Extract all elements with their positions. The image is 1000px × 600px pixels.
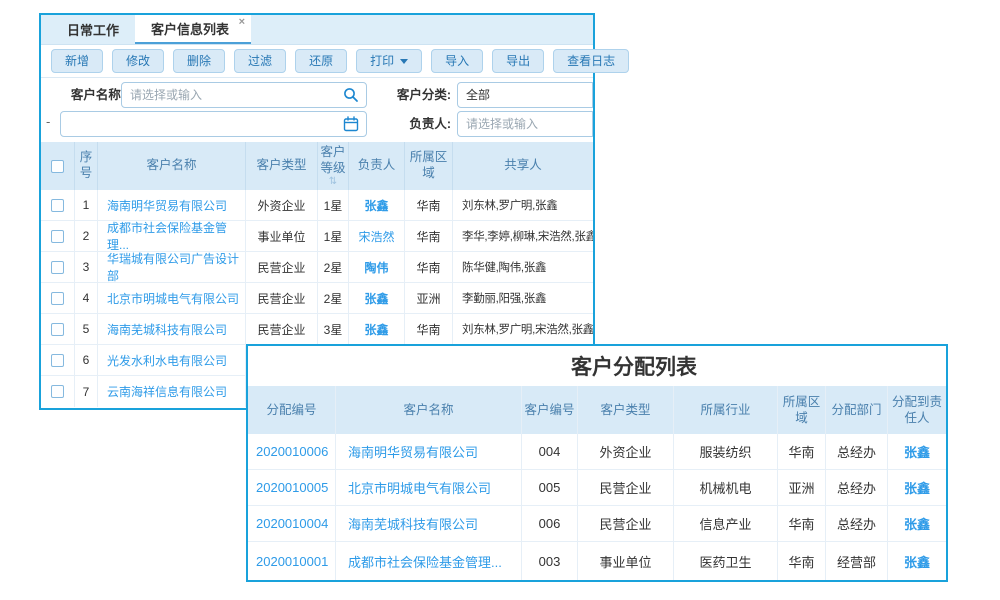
alloc-no-link[interactable]: 2020010006 <box>248 434 336 469</box>
assignee-link[interactable]: 张鑫 <box>888 506 946 541</box>
alloc-no-header: 分配编号 <box>266 402 316 418</box>
search-icon[interactable] <box>343 87 359 103</box>
name-header: 客户名称 <box>146 158 196 174</box>
owner-link[interactable]: 张鑫 <box>349 283 405 313</box>
filter-button[interactable]: 过滤 <box>234 49 286 73</box>
table-row: 5 海南芜城科技有限公司 民营企业 3星 张鑫 华南 刘东林,罗广明,宋浩然,张… <box>41 314 593 345</box>
row-seq: 6 <box>75 345 98 375</box>
customer-name-link[interactable]: 海南明华贸易有限公司 <box>98 190 246 220</box>
date-input[interactable] <box>60 111 367 137</box>
export-button[interactable]: 导出 <box>492 49 544 73</box>
customer-name-link[interactable]: 海南芜城科技有限公司 <box>336 506 522 541</box>
select-all-checkbox[interactable] <box>51 160 64 173</box>
type-header: 客户类型 <box>600 402 650 418</box>
owner-link[interactable]: 张鑫 <box>349 190 405 220</box>
close-icon[interactable]: × <box>239 17 245 28</box>
customer-name-link[interactable]: 北京市明城电气有限公司 <box>336 470 522 505</box>
row-checkbox[interactable] <box>51 385 64 398</box>
import-button[interactable]: 导入 <box>431 49 483 73</box>
customer-name-link[interactable]: 光发水利水电有限公司 <box>98 345 246 375</box>
table-row: 2 成都市社会保险基金管理... 事业单位 1星 宋浩然 华南 李华,李婷,柳琳… <box>41 221 593 252</box>
row-seq: 2 <box>75 221 98 251</box>
row-seq: 3 <box>75 252 98 282</box>
table-row: 3 华瑞城有限公司广告设计部 民营企业 2星 陶伟 华南 陈华健,陶伟,张鑫 <box>41 252 593 283</box>
name-header: 客户名称 <box>403 402 453 418</box>
owner-input[interactable] <box>457 111 593 137</box>
row-checkbox[interactable] <box>51 230 64 243</box>
restore-button[interactable]: 还原 <box>295 49 347 73</box>
dropdown-caret-icon <box>400 59 408 64</box>
filter-area: 客户名称: 客户分类: 全部 - 负责人: <box>41 78 593 142</box>
row-checkbox[interactable] <box>51 261 64 274</box>
level-header[interactable]: 客户等级 ⇅ <box>318 145 348 186</box>
edit-button[interactable]: 修改 <box>112 49 164 73</box>
customer-category-select[interactable]: 全部 <box>457 82 593 108</box>
table-row: 4 北京市明城电气有限公司 民营企业 2星 张鑫 亚洲 李勤丽,阳强,张鑫 <box>41 283 593 314</box>
allocation-row: 2020010001 成都市社会保险基金管理... 003 事业单位 医药卫生 … <box>248 542 946 580</box>
customer-name-link[interactable]: 北京市明城电气有限公司 <box>98 283 246 313</box>
tab-daily-work[interactable]: 日常工作 <box>51 15 135 44</box>
customer-name-input[interactable] <box>121 82 367 108</box>
allocation-header-row: 分配编号 客户名称 客户编号 客户类型 所属行业 所属区域 分配部门 分配到责任… <box>248 386 946 434</box>
row-seq: 1 <box>75 190 98 220</box>
owner-label: 负责人: <box>391 110 451 138</box>
owner-link[interactable]: 宋浩然 <box>349 221 405 251</box>
customer-category-label: 客户分类: <box>391 81 451 109</box>
type-header: 客户类型 <box>256 158 306 174</box>
row-checkbox[interactable] <box>51 323 64 336</box>
industry-header: 所属行业 <box>700 402 750 418</box>
row-checkbox[interactable] <box>51 199 64 212</box>
assignee-header: 分配到责任人 <box>888 394 946 427</box>
customer-name-link[interactable]: 海南芜城科技有限公司 <box>98 314 246 344</box>
row-seq: 7 <box>75 376 98 407</box>
alloc-no-link[interactable]: 2020010004 <box>248 506 336 541</box>
cust-no-header: 客户编号 <box>524 402 574 418</box>
shared-header: 共享人 <box>504 158 542 174</box>
alloc-no-link[interactable]: 2020010001 <box>248 542 336 580</box>
allocation-row: 2020010006 海南明华贸易有限公司 004 外资企业 服装纺织 华南 总… <box>248 434 946 470</box>
tab-bar: 日常工作 客户信息列表 × <box>41 15 593 45</box>
customer-allocation-panel: 客户分配列表 分配编号 客户名称 客户编号 客户类型 所属行业 所属区域 分配部… <box>246 344 948 582</box>
delete-button[interactable]: 删除 <box>173 49 225 73</box>
customer-name-link[interactable]: 海南明华贸易有限公司 <box>336 434 522 469</box>
allocation-title-bar: 客户分配列表 <box>248 346 946 386</box>
region-header: 所属区域 <box>778 394 825 427</box>
row-checkbox[interactable] <box>51 354 64 367</box>
owner-link[interactable]: 张鑫 <box>349 314 405 344</box>
row-checkbox[interactable] <box>51 292 64 305</box>
assignee-link[interactable]: 张鑫 <box>888 434 946 469</box>
owner-header: 负责人 <box>358 158 396 174</box>
tab-label: 日常工作 <box>67 20 119 39</box>
customer-name-link[interactable]: 云南海祥信息有限公司 <box>98 376 246 407</box>
print-button[interactable]: 打印 <box>356 49 422 73</box>
allocation-row: 2020010004 海南芜城科技有限公司 006 民营企业 信息产业 华南 总… <box>248 506 946 542</box>
customer-name-link[interactable]: 成都市社会保险基金管理... <box>336 542 522 580</box>
seq-header: 序号 <box>75 150 97 181</box>
view-log-button[interactable]: 查看日志 <box>553 49 629 73</box>
sort-icon[interactable]: ⇅ <box>318 177 348 187</box>
customer-name-link[interactable]: 华瑞城有限公司广告设计部 <box>98 252 246 282</box>
add-button[interactable]: 新增 <box>51 49 103 73</box>
customer-name-link[interactable]: 成都市社会保险基金管理... <box>98 221 246 251</box>
table-header-row: 序号 客户名称 客户类型 客户等级 ⇅ 负责人 所属区域 共享人 <box>41 142 593 190</box>
alloc-no-link[interactable]: 2020010005 <box>248 470 336 505</box>
assignee-link[interactable]: 张鑫 <box>888 542 946 580</box>
row-seq: 4 <box>75 283 98 313</box>
row-seq: 5 <box>75 314 98 344</box>
date-range-separator: - <box>46 114 50 129</box>
tab-label: 客户信息列表 <box>151 19 229 38</box>
calendar-icon[interactable] <box>343 116 359 132</box>
allocation-row: 2020010005 北京市明城电气有限公司 005 民营企业 机械机电 亚洲 … <box>248 470 946 506</box>
panel2-title: 客户分配列表 <box>571 351 697 381</box>
toolbar: 新增 修改 删除 过滤 还原 打印 导入 导出 查看日志 <box>41 45 593 78</box>
tab-customer-info-list[interactable]: 客户信息列表 × <box>135 15 251 44</box>
dept-header: 分配部门 <box>831 402 881 418</box>
customer-name-label: 客户名称: <box>59 81 125 109</box>
table-row: 1 海南明华贸易有限公司 外资企业 1星 张鑫 华南 刘东林,罗广明,张鑫 <box>41 190 593 221</box>
owner-link[interactable]: 陶伟 <box>349 252 405 282</box>
region-header: 所属区域 <box>405 150 452 181</box>
assignee-link[interactable]: 张鑫 <box>888 470 946 505</box>
